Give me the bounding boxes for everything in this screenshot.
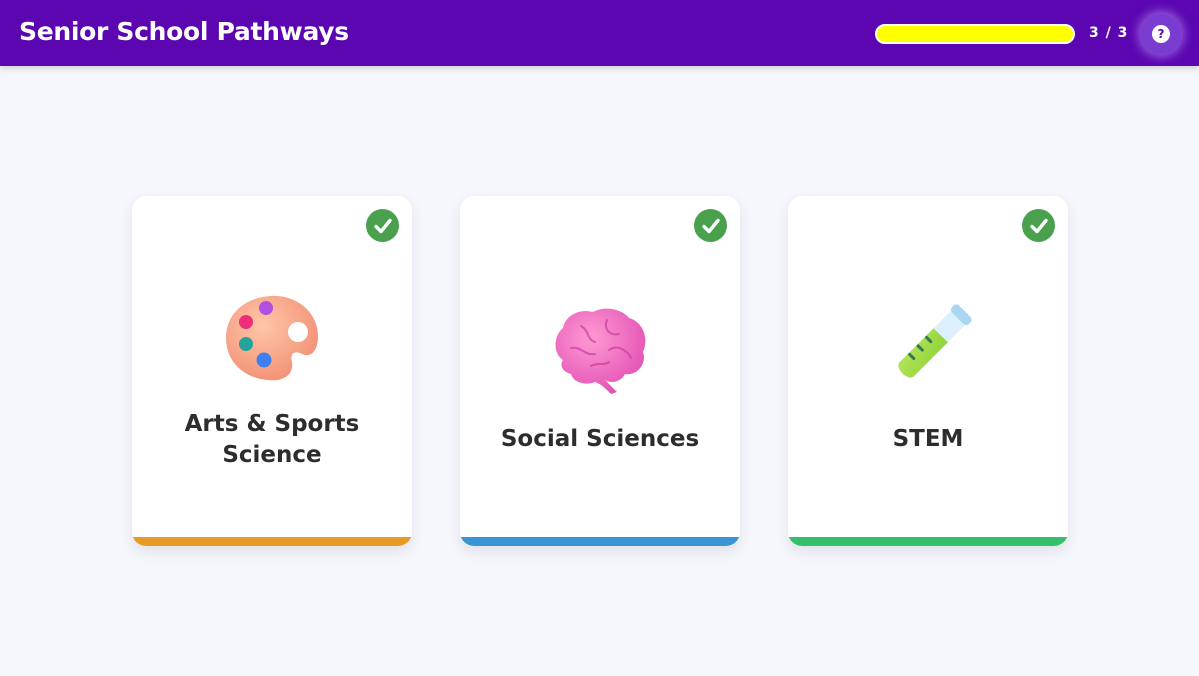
- top-bar: Senior School Pathways 3 / 3 ?: [0, 0, 1199, 66]
- card-accent-strip: [788, 537, 1068, 546]
- pathway-label: Social Sciences: [460, 424, 740, 455]
- checkmark-icon: [694, 209, 727, 242]
- help-icon: ?: [1152, 25, 1170, 43]
- pathway-card-social-sciences[interactable]: Social Sciences: [460, 196, 740, 546]
- app-title: Senior School Pathways: [19, 17, 349, 46]
- palette-icon: [226, 295, 318, 381]
- pathway-label: Arts & Sports Science: [132, 409, 412, 471]
- card-accent-strip: [132, 537, 412, 546]
- pathway-card-arts-sports-science[interactable]: Arts & Sports Science: [132, 196, 412, 546]
- checkmark-icon: [366, 209, 399, 242]
- pathway-label: STEM: [788, 424, 1068, 455]
- progress-counter: 3 / 3: [1089, 25, 1129, 41]
- card-accent-strip: [460, 537, 740, 546]
- test-tube-icon: [898, 304, 972, 378]
- progress-bar: [875, 24, 1075, 44]
- pathway-label-line: STEM: [892, 426, 964, 452]
- pathway-label-line: Social Sciences: [500, 426, 700, 452]
- pathway-label-line: Science: [222, 442, 322, 468]
- progress-bar-fill: [877, 26, 1073, 42]
- brain-icon: [555, 308, 646, 394]
- pathway-label-line: Arts & Sports: [184, 411, 360, 437]
- checkmark-icon: [1022, 209, 1055, 242]
- help-button[interactable]: ?: [1141, 14, 1181, 54]
- pathway-card-stem[interactable]: STEM: [788, 196, 1068, 546]
